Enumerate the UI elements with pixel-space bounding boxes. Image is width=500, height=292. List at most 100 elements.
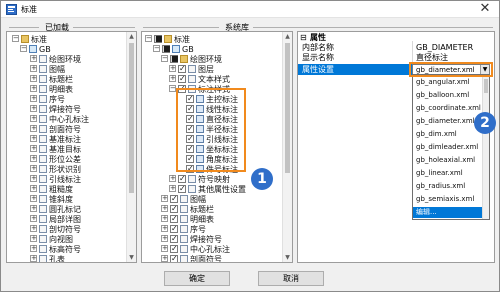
dropdown-option[interactable]: gb_radius.xml bbox=[413, 181, 489, 192]
property-value: GB_DIAMETER bbox=[416, 43, 474, 52]
system-tree-node[interactable]: + ✓ 剖面符号 bbox=[142, 254, 292, 262]
checkbox[interactable]: ✓ bbox=[178, 175, 186, 183]
scroll-up-arrow-icon[interactable]: ▲ bbox=[283, 32, 292, 41]
expand-icon[interactable]: + bbox=[30, 205, 37, 212]
highlight-box-dim-styles bbox=[176, 88, 246, 172]
dropdown-option[interactable]: gb_balloon.xml bbox=[413, 90, 489, 101]
scrollbar-thumb[interactable] bbox=[129, 43, 134, 193]
collapse-icon[interactable]: ⊟ bbox=[300, 33, 307, 43]
expand-icon[interactable]: + bbox=[30, 235, 37, 242]
property-row: 内部名称 GB_DIAMETER bbox=[298, 43, 494, 53]
document-icon bbox=[188, 75, 196, 83]
standard-icon bbox=[29, 45, 37, 53]
document-icon bbox=[39, 185, 47, 193]
checkbox[interactable]: ✓ bbox=[178, 75, 186, 83]
scroll-down-arrow-icon[interactable]: ▼ bbox=[127, 253, 136, 262]
expand-icon[interactable]: + bbox=[161, 215, 168, 222]
expand-icon[interactable]: + bbox=[30, 55, 37, 62]
expand-icon[interactable]: + bbox=[30, 75, 37, 82]
expand-icon[interactable]: + bbox=[30, 115, 37, 122]
document-icon bbox=[39, 95, 47, 103]
document-icon bbox=[39, 255, 47, 262]
expand-icon[interactable]: + bbox=[30, 155, 37, 162]
expand-icon[interactable]: + bbox=[169, 65, 176, 72]
property-section-header[interactable]: ⊟ 属性 bbox=[298, 33, 494, 43]
dropdown-option[interactable]: gb_angular.xml bbox=[413, 77, 489, 88]
collapse-icon[interactable]: − bbox=[12, 35, 19, 42]
checkbox[interactable]: ■ bbox=[170, 55, 179, 63]
dropdown-scrollbar[interactable] bbox=[482, 75, 489, 219]
cancel-button[interactable]: 取消 bbox=[258, 271, 324, 286]
dropdown-option[interactable]: gb_dimleader.xml bbox=[413, 142, 489, 153]
checkbox[interactable]: ✓ bbox=[170, 205, 178, 213]
expand-icon[interactable]: + bbox=[30, 125, 37, 132]
expand-icon[interactable]: + bbox=[30, 175, 37, 182]
expand-icon[interactable]: + bbox=[30, 255, 37, 262]
left-tree-scrollbar[interactable]: ▲ ▼ bbox=[126, 32, 136, 262]
checkbox[interactable]: ✓ bbox=[170, 255, 178, 262]
mid-tree-scrollbar[interactable]: ▲ ▼ bbox=[282, 32, 292, 262]
dropdown-option[interactable]: gb_semiaxis.xml bbox=[413, 194, 489, 205]
checkbox[interactable]: ■ bbox=[162, 45, 171, 53]
document-icon bbox=[39, 65, 47, 73]
expand-icon[interactable]: + bbox=[30, 165, 37, 172]
expand-icon[interactable]: + bbox=[161, 225, 168, 232]
expand-icon[interactable]: + bbox=[169, 75, 176, 82]
checkbox[interactable]: ✓ bbox=[170, 235, 178, 243]
property-panel: ⊟ 属性 内部名称 GB_DIAMETER 显示名称 直径标注 属性设置 gb_dia… bbox=[297, 31, 495, 263]
checkbox[interactable]: ✓ bbox=[178, 65, 186, 73]
expand-icon[interactable]: + bbox=[161, 205, 168, 212]
close-icon: ✕ bbox=[479, 1, 491, 16]
checkbox[interactable]: ✓ bbox=[170, 215, 178, 223]
expand-icon[interactable]: + bbox=[169, 175, 176, 182]
collapse-icon[interactable]: − bbox=[169, 85, 176, 92]
ok-button[interactable]: 确定 bbox=[164, 271, 230, 286]
scrollbar-thumb[interactable] bbox=[484, 79, 488, 93]
document-icon bbox=[39, 75, 47, 83]
dropdown-option[interactable]: gb_holeaxial.xml bbox=[413, 155, 489, 166]
scroll-up-arrow-icon[interactable]: ▲ bbox=[127, 32, 136, 41]
expand-icon[interactable]: + bbox=[30, 225, 37, 232]
dropdown-option[interactable]: gb_coordinate.xml bbox=[413, 103, 489, 114]
scrollbar-thumb[interactable] bbox=[285, 43, 290, 173]
expand-icon[interactable]: + bbox=[30, 85, 37, 92]
expand-icon[interactable]: + bbox=[169, 185, 176, 192]
document-icon bbox=[188, 185, 196, 193]
checkbox[interactable]: ✓ bbox=[170, 195, 178, 203]
expand-icon[interactable]: + bbox=[30, 245, 37, 252]
left-tree-node[interactable]: + 孔表 bbox=[7, 254, 136, 262]
system-library-tree[interactable]: − ■ 标准 − ■ GB − ■ 绘图环境 + ✓ 图层 + ✓ 文本样式 − ✓ 标注样式 ✓ 主控标注 ✓ 线性标注… bbox=[141, 31, 293, 263]
window-title: 标准 bbox=[21, 5, 37, 14]
expand-icon[interactable]: + bbox=[30, 215, 37, 222]
expand-icon[interactable]: + bbox=[30, 185, 37, 192]
expand-icon[interactable]: + bbox=[30, 135, 37, 142]
expand-icon[interactable]: + bbox=[161, 255, 168, 262]
expand-icon[interactable]: + bbox=[30, 105, 37, 112]
collapse-icon[interactable]: − bbox=[145, 35, 152, 42]
expand-icon[interactable]: + bbox=[30, 145, 37, 152]
property-row-setting[interactable]: 属性设置 bbox=[298, 64, 412, 75]
checkbox[interactable]: ✓ bbox=[170, 225, 178, 233]
close-button[interactable]: ✕ bbox=[471, 1, 499, 18]
loaded-group-line-left bbox=[9, 27, 39, 28]
collapse-icon[interactable]: − bbox=[153, 45, 160, 52]
checkbox[interactable]: ✓ bbox=[178, 185, 186, 193]
dropdown-option[interactable]: gb_linear.xml bbox=[413, 168, 489, 179]
expand-icon[interactable]: + bbox=[161, 195, 168, 202]
collapse-icon[interactable]: − bbox=[20, 45, 27, 52]
expand-icon[interactable]: + bbox=[161, 235, 168, 242]
checkbox[interactable]: ✓ bbox=[170, 245, 178, 253]
highlight-box-dropdown bbox=[409, 62, 493, 77]
collapse-icon[interactable]: − bbox=[161, 55, 168, 62]
expand-icon[interactable]: + bbox=[30, 195, 37, 202]
expand-icon[interactable]: + bbox=[30, 65, 37, 72]
folder-icon bbox=[180, 55, 188, 63]
scroll-down-arrow-icon[interactable]: ▼ bbox=[283, 253, 292, 262]
checkbox[interactable]: ■ bbox=[154, 35, 163, 43]
loaded-standards-tree[interactable]: − 标准 − GB + 绘图环境 + 图幅 + 标题栏 + 明细表 + 序号 + 焊接符号 + 中心孔标注 + 剖面符… bbox=[6, 31, 137, 263]
expand-icon[interactable]: + bbox=[30, 95, 37, 102]
dropdown-option[interactable]: 编辑... bbox=[413, 207, 489, 218]
setting-file-dropdown[interactable]: gb_angular.xml gb_balloon.xml gb_coordinat… bbox=[412, 74, 490, 220]
folder-icon bbox=[164, 35, 172, 43]
expand-icon[interactable]: + bbox=[161, 245, 168, 252]
